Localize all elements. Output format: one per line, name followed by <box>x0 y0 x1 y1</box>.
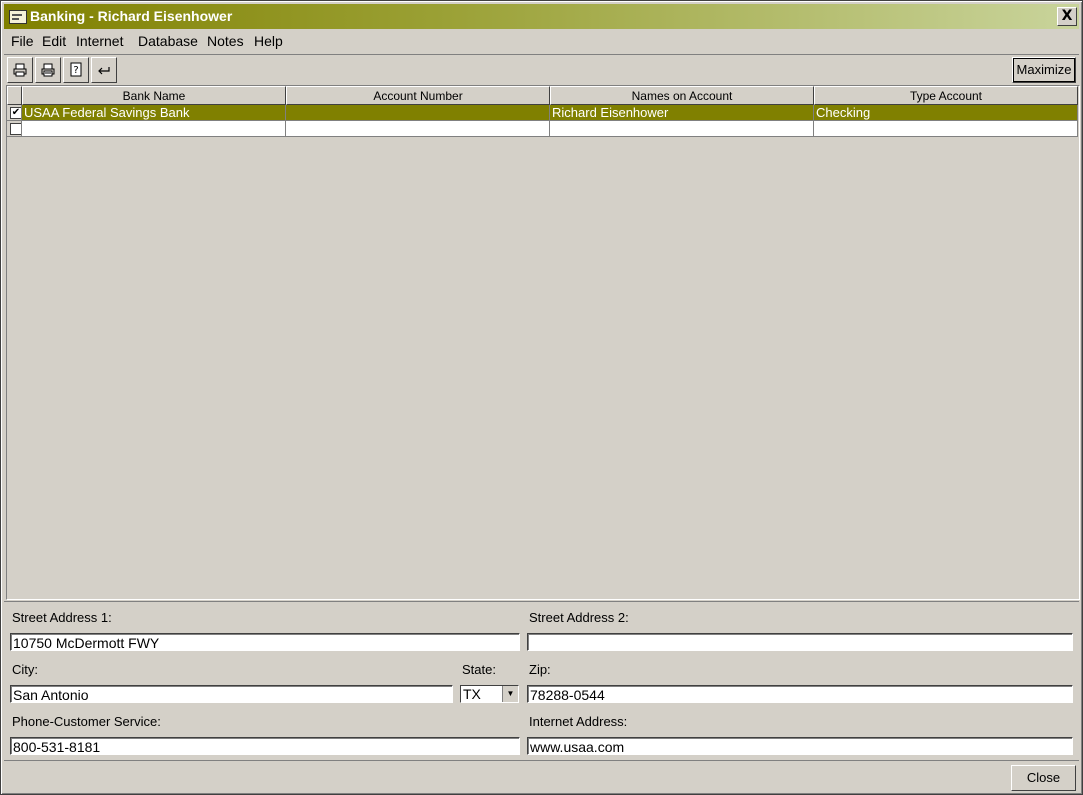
menu-database[interactable]: Database <box>138 33 198 49</box>
row-checkbox[interactable]: ✔ <box>10 107 21 119</box>
menu-bar: File Edit Internet Database Notes Help <box>4 30 1079 52</box>
menu-edit[interactable]: Edit <box>42 33 66 49</box>
grid-header-select <box>7 86 22 105</box>
menu-help[interactable]: Help <box>254 33 283 49</box>
city-label: City: <box>12 662 38 677</box>
cell-account-number[interactable] <box>286 121 550 137</box>
help-button[interactable]: ? <box>63 57 89 83</box>
print-preview-button[interactable] <box>35 57 61 83</box>
row-checkbox-cell: ✔ <box>7 105 22 121</box>
street2-field[interactable] <box>527 633 1073 651</box>
cell-names-on-account[interactable]: Richard Eisenhower <box>550 105 814 121</box>
table-row[interactable]: ✔ USAA Federal Savings Bank Richard Eise… <box>7 105 1078 121</box>
grid-header-names-on-account[interactable]: Names on Account <box>550 86 814 105</box>
toolbar: ? Maximize <box>4 54 1079 85</box>
cell-type-account[interactable] <box>814 121 1078 137</box>
street2-label: Street Address 2: <box>529 610 629 625</box>
street1-field[interactable]: 10750 McDermott FWY <box>10 633 520 651</box>
internet-address-field[interactable]: www.usaa.com <box>527 737 1073 755</box>
menu-notes[interactable]: Notes <box>207 33 244 49</box>
back-button[interactable] <box>91 57 117 83</box>
cell-bank-name[interactable] <box>22 121 286 137</box>
back-arrow-icon <box>98 67 110 75</box>
cell-type-account[interactable]: Checking <box>814 105 1078 121</box>
print-preview-icon <box>41 63 55 77</box>
cell-names-on-account[interactable] <box>550 121 814 137</box>
cell-bank-name[interactable]: USAA Federal Savings Bank <box>22 105 286 121</box>
print-icon <box>13 63 27 77</box>
close-window-button[interactable]: X <box>1057 7 1077 26</box>
svg-text:?: ? <box>73 65 78 76</box>
zip-field[interactable]: 78288-0544 <box>527 685 1073 703</box>
phone-label: Phone-Customer Service: <box>12 714 161 729</box>
zip-label: Zip: <box>529 662 551 677</box>
accounts-grid: Bank Name Account Number Names on Accoun… <box>6 85 1080 600</box>
row-checkbox-cell <box>7 121 22 137</box>
close-button[interactable]: Close <box>1011 765 1076 791</box>
maximize-button[interactable]: Maximize <box>1012 57 1076 83</box>
phone-field[interactable]: 800-531-8181 <box>10 737 520 755</box>
state-label: State: <box>462 662 496 677</box>
chevron-down-icon[interactable]: ▼ <box>502 686 518 702</box>
print-button[interactable] <box>7 57 33 83</box>
bank-details-panel: Street Address 1: 10750 McDermott FWY St… <box>4 601 1079 760</box>
grid-header-type-account[interactable]: Type Account <box>814 86 1078 105</box>
internet-address-label: Internet Address: <box>529 714 628 729</box>
row-checkbox[interactable] <box>10 123 21 135</box>
street1-label: Street Address 1: <box>12 610 112 625</box>
banking-window: Banking - Richard Eisenhower X File Edit… <box>0 0 1083 795</box>
help-icon: ? <box>70 62 82 77</box>
grid-header-bank-name[interactable]: Bank Name <box>22 86 286 105</box>
state-select[interactable]: TX ▼ <box>460 685 519 703</box>
footer-bar: Close <box>4 760 1079 793</box>
cell-account-number[interactable] <box>286 105 550 121</box>
menu-internet[interactable]: Internet <box>76 33 123 49</box>
table-row[interactable] <box>7 121 1078 137</box>
app-icon <box>9 10 27 24</box>
city-field[interactable]: San Antonio <box>10 685 453 703</box>
window-title: Banking - Richard Eisenhower <box>30 8 233 24</box>
grid-header-account-number[interactable]: Account Number <box>286 86 550 105</box>
menu-file[interactable]: File <box>11 33 34 49</box>
state-value: TX <box>463 686 481 702</box>
title-bar[interactable]: Banking - Richard Eisenhower X <box>4 4 1079 29</box>
